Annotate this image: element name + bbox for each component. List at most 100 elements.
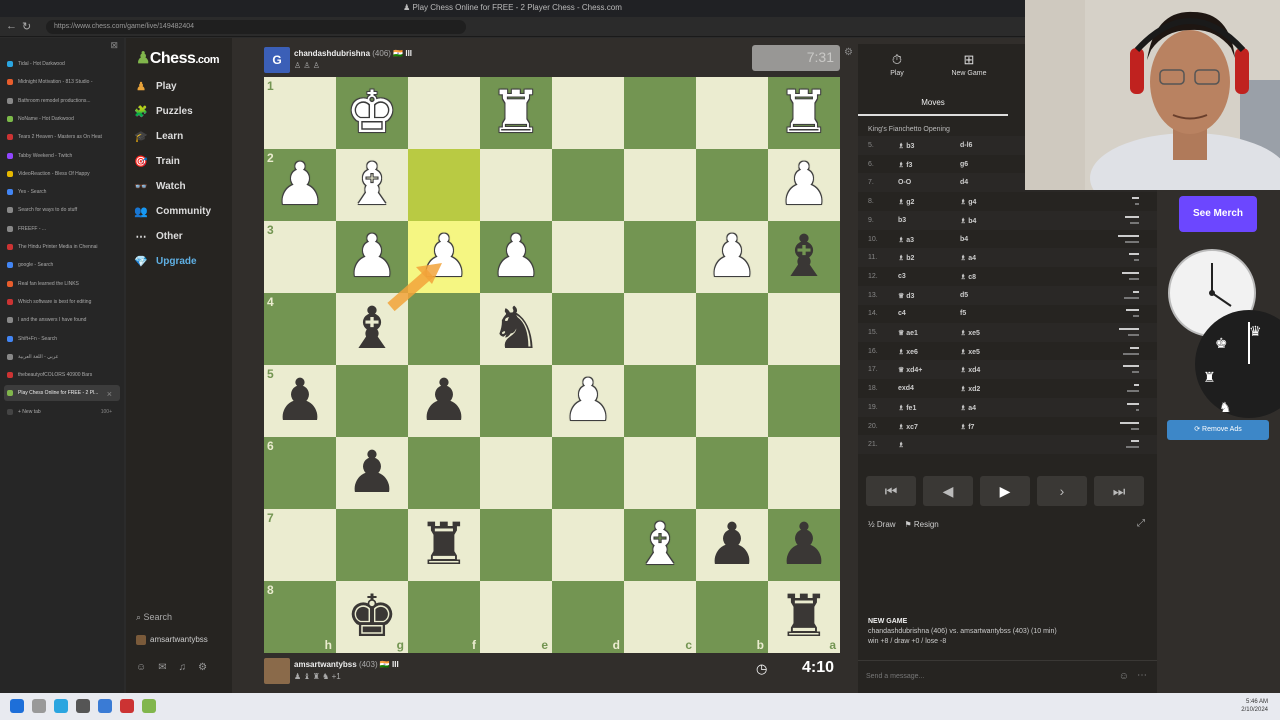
player-avatar[interactable] [264, 658, 290, 684]
next-move-button[interactable]: ▶ [980, 476, 1030, 506]
white-move[interactable]: ♗ xc7 [898, 423, 918, 431]
white-move[interactable]: ♕ xd4+ [898, 366, 922, 374]
board-square[interactable] [624, 221, 696, 293]
white-piece[interactable]: ♟ [768, 149, 840, 221]
white-move[interactable]: b3 [898, 217, 906, 224]
board-square[interactable] [768, 365, 840, 437]
black-move[interactable]: ♗ xe5 [960, 348, 980, 356]
browser-tab[interactable]: Yes - Search [4, 184, 120, 200]
forward-button[interactable]: › [1037, 476, 1087, 506]
board-square[interactable] [768, 293, 840, 365]
board-square[interactable] [408, 149, 480, 221]
browser-tab[interactable]: Which software is best for editing [4, 294, 120, 310]
white-piece[interactable]: ♟ [552, 365, 624, 437]
tab-new-game[interactable]: ⊞ New Game [934, 52, 1004, 77]
see-merch-button[interactable]: See Merch [1179, 196, 1257, 232]
browser-tab[interactable]: The Hindu Printer Media in Chennai [4, 239, 120, 255]
mail-icon[interactable]: ✉ [158, 662, 178, 673]
board-square[interactable] [480, 437, 552, 509]
white-move[interactable]: ♗ b3 [898, 142, 914, 150]
black-move[interactable]: d5 [960, 292, 968, 299]
tab-moves[interactable]: Moves [858, 92, 1008, 116]
chess-app-icon[interactable] [142, 699, 156, 713]
sidebar-user[interactable]: amsartwantybss [136, 635, 208, 645]
browser-tab[interactable]: thebeautyofCOLORS 40900 Bars [4, 367, 120, 383]
black-move[interactable]: ♗ xe5 [960, 329, 980, 337]
white-move[interactable]: ♗ g2 [898, 198, 914, 206]
white-piece[interactable]: ♟ [408, 221, 480, 293]
first-move-button[interactable]: ⏮ [866, 476, 916, 506]
sidebar-item-community[interactable]: 👥 Community [134, 206, 211, 224]
board-square[interactable]: c [624, 581, 696, 653]
board-square[interactable] [552, 437, 624, 509]
remove-ads-button[interactable]: ⟳ Remove Ads [1167, 420, 1269, 440]
black-piece[interactable]: ♚ [336, 581, 408, 653]
white-move[interactable]: c3 [898, 273, 906, 280]
browser-tab[interactable]: Real fan learned the LINKS [4, 276, 120, 292]
black-move[interactable]: f5 [960, 310, 966, 317]
opponent-avatar[interactable]: G [264, 47, 290, 73]
gear-icon[interactable]: ⚙ [198, 662, 219, 673]
black-piece[interactable]: ♟ [696, 509, 768, 581]
board-square[interactable] [624, 437, 696, 509]
black-move[interactable]: ♗ c8 [960, 273, 976, 281]
browser-tab[interactable]: Tears 2 Heaven - Masters as On Heat [4, 129, 120, 145]
white-move[interactable]: ♗ b2 [898, 254, 914, 262]
white-move[interactable]: ♗ fe1 [898, 404, 916, 412]
black-move[interactable]: d4 [960, 179, 968, 186]
board-square[interactable] [696, 437, 768, 509]
white-move[interactable]: ♗ f3 [898, 161, 912, 169]
board-square[interactable]: 4 [264, 293, 336, 365]
emoji-icon[interactable]: ☺ [1119, 671, 1129, 682]
black-move[interactable]: ♗ g4 [960, 198, 976, 206]
board-square[interactable] [480, 509, 552, 581]
white-move[interactable]: exd4 [898, 385, 914, 392]
board-square[interactable] [552, 509, 624, 581]
sidebar-item-upgrade[interactable]: 💎 Upgrade [134, 256, 196, 274]
black-move[interactable]: ♗ a4 [960, 404, 976, 412]
player-name[interactable]: amsartwantybss (403) 🇮🇳 III [294, 660, 399, 669]
board-square[interactable] [408, 77, 480, 149]
settings-icon[interactable]: ☺ [136, 662, 158, 673]
back-icon[interactable]: ← [6, 20, 17, 32]
sidebar-search[interactable]: ⌕ Search [136, 612, 172, 623]
board-square[interactable]: 8h [264, 581, 336, 653]
board-square[interactable] [552, 293, 624, 365]
black-move[interactable]: ♗ b4 [960, 217, 976, 225]
board-square[interactable] [768, 437, 840, 509]
board-square[interactable] [624, 149, 696, 221]
black-move[interactable]: ♗ a4 [960, 254, 976, 262]
board-square[interactable] [552, 149, 624, 221]
black-move[interactable]: ♗ f7 [960, 423, 974, 431]
black-piece[interactable]: ♟ [408, 365, 480, 437]
chat-input[interactable]: Send a message... ☺ ⋯ [858, 660, 1157, 693]
board-settings-icon[interactable]: ⚙ [844, 47, 853, 58]
board-square[interactable] [408, 437, 480, 509]
black-piece[interactable]: ♟ [336, 437, 408, 509]
browser-tab[interactable]: Bathroom remodel productions... [4, 93, 120, 109]
opponent-name[interactable]: chandashdubrishna (406) 🇮🇳 III [294, 49, 412, 58]
black-move[interactable]: g6 [960, 161, 968, 168]
more-icon[interactable]: ⋯ [1137, 670, 1147, 681]
reload-icon[interactable]: ↻ [22, 20, 31, 33]
black-piece[interactable]: ♝ [768, 221, 840, 293]
browser-tab[interactable]: + New tab 100+ [4, 404, 120, 420]
opening-name[interactable]: King's Fianchetto Opening [868, 126, 950, 133]
white-piece[interactable]: ♟ [264, 149, 336, 221]
browser-tab[interactable]: Shift+Fn - Search [4, 331, 120, 347]
white-move[interactable]: O-O [898, 179, 911, 186]
resign-button[interactable]: ⚑ Resign [904, 520, 938, 529]
white-move[interactable]: c4 [898, 310, 906, 317]
sidebar-item-learn[interactable]: 🎓 Learn [134, 131, 183, 149]
white-move[interactable]: ♗ [898, 441, 904, 449]
browser-tab[interactable]: VideoReaction - Bless Of Happy [4, 166, 120, 182]
browser-tab[interactable]: Tidal - Hot Darkwood [4, 56, 120, 72]
black-piece[interactable]: ♞ [480, 293, 552, 365]
board-square[interactable] [624, 365, 696, 437]
close-panel-icon[interactable]: ⊠ [110, 40, 118, 51]
black-piece[interactable]: ♜ [408, 509, 480, 581]
tab-play[interactable]: ⏱ Play [862, 52, 932, 77]
white-piece[interactable]: ♟ [336, 221, 408, 293]
white-move[interactable]: ♕ d3 [898, 292, 914, 300]
browser-tab[interactable]: NoName - Hot Darkwood [4, 111, 120, 127]
